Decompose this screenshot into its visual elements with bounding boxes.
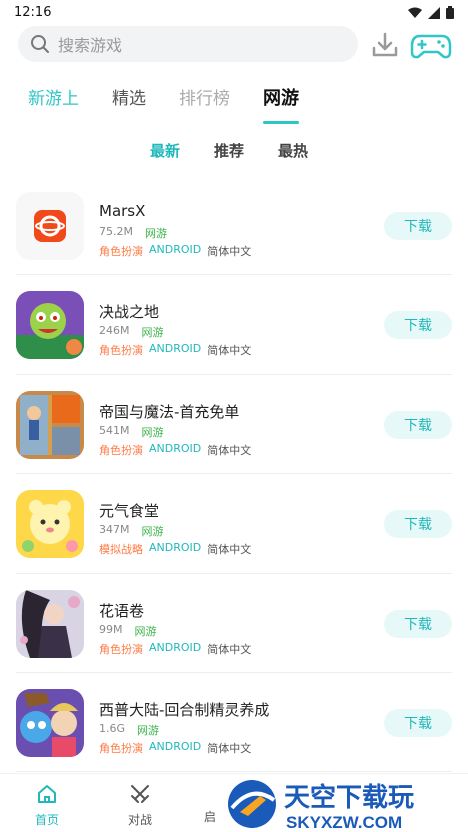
- game-meta: 347M 网游: [99, 523, 164, 539]
- game-type: 网游: [141, 525, 164, 539]
- game-genre: 角色扮演: [99, 741, 143, 755]
- game-row[interactable]: 花语卷 99M 网游 角色扮演 ANDROID 简体中文 下载: [16, 574, 452, 673]
- game-name: 元气食堂: [99, 502, 160, 521]
- game-tags: 角色扮演 ANDROID 简体中文: [99, 243, 251, 259]
- game-row[interactable]: 元气食堂 347M 网游 模拟战略 ANDROID 简体中文 下载: [16, 474, 452, 574]
- search-icon: [31, 35, 49, 53]
- download-button[interactable]: 下载: [384, 609, 452, 638]
- game-icon-huayu: [16, 589, 84, 658]
- sub-tabs: 最新 推荐 最热: [150, 140, 342, 161]
- game-row[interactable]: 决战之地 246M 网游 角色扮演 ANDROID 简体中文 下载: [16, 275, 452, 375]
- game-meta: 541M 网游: [99, 424, 164, 440]
- tab-rankings[interactable]: 排行榜: [179, 84, 230, 124]
- game-language: 简体中文: [207, 543, 252, 557]
- game-icon-empire: [16, 390, 84, 459]
- game-meta: 75.2M 网游: [99, 225, 167, 241]
- game-platform: ANDROID: [149, 541, 202, 555]
- nav-home-label: 首页: [34, 813, 59, 827]
- game-name: 帝国与魔法-首充免单: [99, 402, 240, 421]
- game-type: 网游: [144, 227, 167, 240]
- battery-icon: [446, 6, 454, 19]
- game-tags: 角色扮演 ANDROID 简体中文: [99, 342, 251, 358]
- game-type: 网游: [141, 326, 164, 340]
- subtab-latest[interactable]: 最新: [150, 140, 180, 161]
- nav-battle[interactable]: 对战: [110, 782, 170, 828]
- game-meta: 246M 网游: [99, 324, 164, 340]
- game-genre: 角色扮演: [99, 344, 143, 358]
- game-type: 网游: [134, 624, 157, 638]
- download-button[interactable]: 下载: [384, 212, 452, 240]
- crossed-swords-icon: [131, 785, 149, 803]
- game-language: 简体中文: [207, 344, 252, 358]
- game-genre: 角色扮演: [99, 642, 143, 656]
- watermark-logo: 天空下载玩 SKYXZW.COM: [218, 774, 468, 832]
- game-genre: 角色扮演: [99, 443, 143, 457]
- game-row[interactable]: MarsX 75.2M 网游 角色扮演 ANDROID 简体中文 下载: [16, 176, 452, 276]
- nav-home[interactable]: 首页: [17, 782, 77, 828]
- game-language: 简体中文: [207, 443, 252, 457]
- game-icon-marsx: [16, 192, 84, 260]
- game-language: 简体中文: [207, 741, 252, 755]
- game-language: 简体中文: [207, 642, 252, 656]
- game-size: 1.6G: [99, 721, 126, 735]
- game-platform: ANDROID: [149, 441, 202, 455]
- search-placeholder: 搜索游戏: [58, 36, 123, 55]
- game-name: 花语卷: [99, 601, 145, 620]
- game-tags: 角色扮演 ANDROID 简体中文: [99, 442, 251, 458]
- download-button[interactable]: 下载: [384, 510, 452, 539]
- watermark-url: SKYXZW.COM: [286, 813, 402, 832]
- game-type: 网游: [137, 723, 160, 737]
- search-input[interactable]: 搜索游戏: [18, 26, 358, 62]
- watermark-title: 天空下载玩: [284, 782, 414, 812]
- game-list: MarsX 75.2M 网游 角色扮演 ANDROID 简体中文 下载 决战之地: [0, 176, 468, 773]
- download-button[interactable]: 下载: [384, 708, 452, 737]
- game-genre: 角色扮演: [99, 245, 143, 258]
- nav-battle-label: 对战: [127, 813, 152, 827]
- subtab-hottest[interactable]: 最热: [278, 140, 308, 161]
- game-size: 99M: [99, 622, 123, 636]
- game-meta: 99M 网游: [99, 623, 157, 639]
- game-platform: ANDROID: [149, 342, 202, 356]
- game-icon-juezhan: [16, 291, 84, 360]
- game-name: 西普大陆-回合制精灵养成: [99, 700, 270, 719]
- status-icons: [408, 6, 454, 19]
- download-button[interactable]: 下载: [384, 311, 452, 340]
- game-tags: 模拟战略 ANDROID 简体中文: [99, 541, 251, 557]
- game-platform: ANDROID: [149, 640, 202, 654]
- wifi-icon: [408, 7, 422, 18]
- game-center-button[interactable]: [410, 28, 452, 62]
- game-name: 决战之地: [99, 303, 160, 322]
- game-size: 347M: [99, 523, 130, 537]
- game-row[interactable]: 西普大陆-回合制精灵养成 1.6G 网游 角色扮演 ANDROID 简体中文 下…: [16, 673, 452, 773]
- game-row[interactable]: 帝国与魔法-首充免单 541M 网游 角色扮演 ANDROID 简体中文 下载: [16, 375, 452, 475]
- tab-new-games[interactable]: 新游上: [28, 84, 79, 124]
- game-size: 246M: [99, 324, 130, 338]
- subtab-recommended[interactable]: 推荐: [214, 140, 244, 161]
- download-manager-button[interactable]: [368, 28, 402, 62]
- game-genre: 模拟战略: [99, 543, 143, 557]
- game-tags: 角色扮演 ANDROID 简体中文: [99, 641, 251, 657]
- status-time: 12:16: [14, 5, 52, 20]
- game-tags: 角色扮演 ANDROID 简体中文: [99, 740, 251, 756]
- game-language: 简体中文: [207, 245, 252, 258]
- home-icon: [38, 785, 56, 803]
- game-meta: 1.6G 网游: [99, 722, 159, 738]
- game-name: MarsX: [99, 202, 146, 220]
- game-icon-yuanqi: [16, 490, 84, 559]
- main-tabs: 新游上 精选 排行榜 网游: [28, 84, 332, 124]
- status-bar: 12:16: [0, 0, 468, 26]
- signal-icon: [428, 6, 440, 19]
- game-size: 75.2M: [99, 225, 133, 238]
- game-platform: ANDROID: [149, 739, 202, 753]
- game-size: 541M: [99, 423, 130, 437]
- tab-online-games[interactable]: 网游: [263, 84, 299, 124]
- download-icon: [372, 32, 398, 57]
- game-platform: ANDROID: [149, 243, 202, 256]
- download-button[interactable]: 下载: [384, 410, 452, 439]
- game-icon-xipu: [16, 688, 84, 757]
- game-type: 网游: [141, 425, 164, 439]
- tab-featured[interactable]: 精选: [112, 84, 146, 124]
- gamepad-icon: [410, 34, 452, 59]
